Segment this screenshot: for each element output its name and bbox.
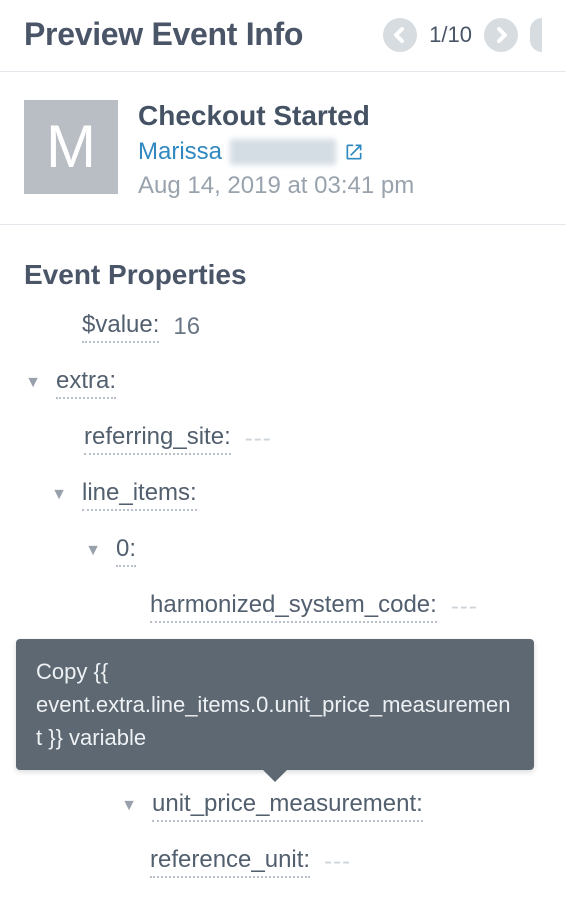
prop-row-referring-site: referring_site: --- (24, 411, 566, 467)
disclosure-icon[interactable]: ▼ (24, 374, 42, 392)
pager-next-button[interactable] (484, 18, 518, 52)
prop-key: unit_price_measurement: (152, 790, 423, 822)
user-last-name-redacted (230, 139, 336, 165)
prop-key: referring_site: (84, 423, 231, 455)
external-link-icon[interactable] (344, 142, 364, 162)
prop-val-empty: --- (451, 593, 478, 621)
prop-val: 16 (173, 313, 200, 341)
event-meta: Checkout Started Marissa Aug 14, 2019 at… (138, 100, 414, 200)
prop-row-line-items: ▼ line_items: (24, 467, 566, 523)
event-name: Checkout Started (138, 100, 414, 132)
user-first-name-link[interactable]: Marissa (138, 138, 222, 166)
prop-key: 0: (116, 535, 136, 567)
prop-row-extra: ▼ extra: (24, 355, 566, 411)
prop-key: harmonized_system_code: (150, 591, 437, 623)
pager-position: 1/10 (429, 22, 472, 48)
user-row: Marissa (138, 138, 414, 166)
prop-key: reference_unit: (150, 846, 310, 878)
tooltip-wrap: Copy {{ event.extra.line_items.0.unit_pr… (24, 639, 566, 770)
prop-key: $value: (82, 311, 159, 343)
prop-key: line_items: (82, 479, 197, 511)
pager-prev-button[interactable] (383, 18, 417, 52)
preview-header: Preview Event Info 1/10 (0, 0, 566, 72)
pager: 1/10 (383, 18, 542, 52)
prop-val-empty: --- (245, 425, 272, 453)
disclosure-icon[interactable]: ▼ (50, 486, 68, 504)
event-timestamp: Aug 14, 2019 at 03:41 pm (138, 172, 414, 200)
avatar: M (24, 100, 118, 194)
prop-key: extra: (56, 367, 116, 399)
disclosure-icon[interactable]: ▼ (120, 797, 138, 815)
prop-val-empty: --- (324, 848, 351, 876)
pager-extra-button[interactable] (530, 18, 542, 52)
copy-variable-tooltip[interactable]: Copy {{ event.extra.line_items.0.unit_pr… (16, 639, 534, 770)
section-title: Event Properties (0, 225, 566, 299)
prop-row-harmonized-system-code: harmonized_system_code: --- (24, 579, 566, 635)
prop-row-value: $value: 16 (24, 299, 566, 355)
prop-row-reference-unit: reference_unit: --- (24, 834, 566, 890)
event-summary: M Checkout Started Marissa Aug 14, 2019 … (0, 72, 566, 225)
event-properties-tree: $value: 16 ▼ extra: referring_site: --- … (0, 299, 566, 920)
page-title: Preview Event Info (24, 16, 303, 53)
prop-row-index-0: ▼ 0: (24, 523, 566, 579)
disclosure-icon[interactable]: ▼ (84, 542, 102, 560)
prop-row-unit-price-measurement: ▼ unit_price_measurement: (24, 778, 566, 834)
